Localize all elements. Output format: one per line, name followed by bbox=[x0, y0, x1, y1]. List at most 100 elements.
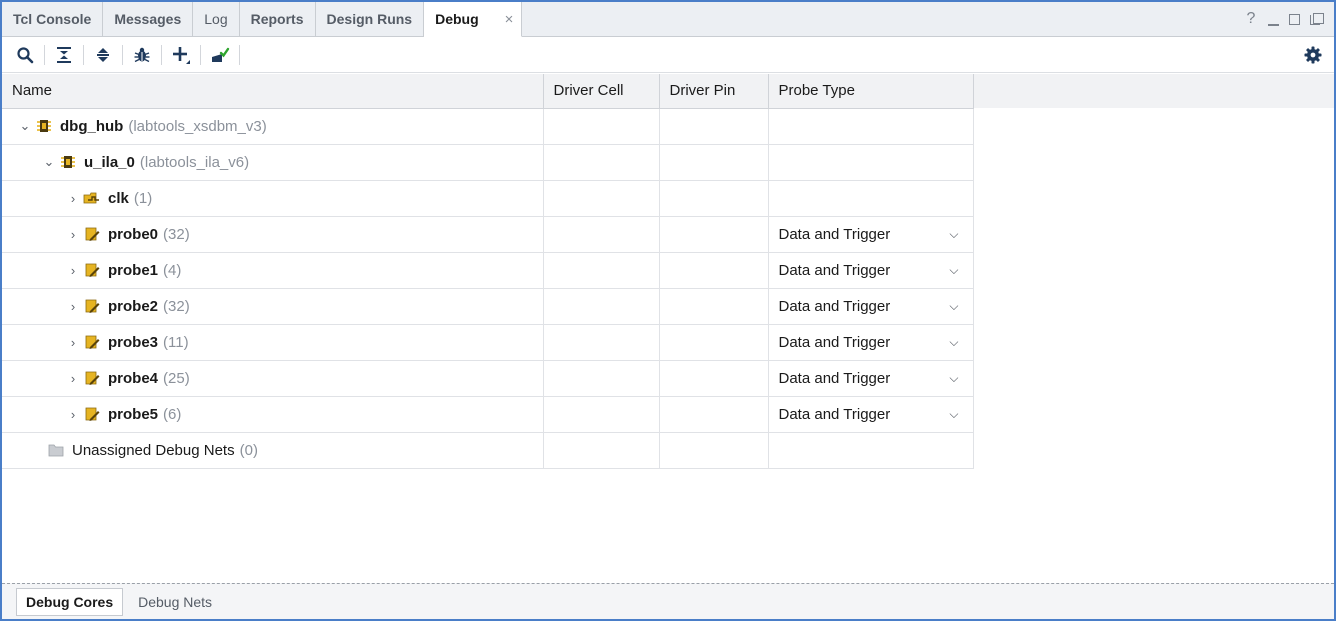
chevron-down-icon[interactable]: ⌵ bbox=[949, 263, 958, 278]
driver-cell-value bbox=[543, 252, 660, 289]
driver-pin-value bbox=[659, 216, 769, 253]
tab-debug[interactable]: Debug × bbox=[424, 2, 523, 37]
help-icon[interactable]: ? bbox=[1244, 10, 1258, 28]
column-header-probe-type[interactable]: Probe Type bbox=[768, 74, 974, 109]
tab-reports[interactable]: Reports bbox=[240, 2, 316, 36]
probe-width: (4) bbox=[163, 261, 182, 279]
chevron-down-icon[interactable]: ⌄ bbox=[40, 154, 58, 170]
chevron-right-icon[interactable]: › bbox=[64, 371, 82, 386]
probe-type-select[interactable]: Data and Trigger ⌵ bbox=[768, 288, 974, 325]
probe-type-select[interactable]: Data and Trigger ⌵ bbox=[768, 360, 974, 397]
probe-name: probe2 bbox=[108, 297, 159, 315]
driver-pin-value bbox=[659, 252, 769, 289]
toolbar-separator bbox=[122, 44, 123, 65]
table-row[interactable]: › probe5 (6) Data and Trigger ⌵ bbox=[2, 396, 974, 433]
probe-type-select[interactable]: Data and Trigger ⌵ bbox=[768, 216, 974, 253]
probe-type-select[interactable]: Data and Trigger ⌵ bbox=[768, 252, 974, 289]
tab-debug-nets[interactable]: Debug Nets bbox=[129, 589, 221, 615]
chevron-right-icon[interactable]: › bbox=[64, 335, 82, 350]
chevron-down-icon[interactable]: ⌄ bbox=[16, 118, 34, 134]
table-row[interactable]: › probe4 (25) Data and Trigger ⌵ bbox=[2, 360, 974, 397]
probe-type-value: Data and Trigger bbox=[778, 261, 891, 279]
unassigned-nets-count: (0) bbox=[239, 441, 258, 459]
debug-bug-icon[interactable] bbox=[129, 42, 155, 68]
table-header-row: Name Driver Cell Driver Pin Probe Type bbox=[2, 74, 974, 109]
tab-debug-cores[interactable]: Debug Cores bbox=[16, 587, 124, 616]
expand-all-icon[interactable] bbox=[90, 42, 116, 68]
probe-width: (6) bbox=[163, 405, 182, 423]
probe-icon bbox=[82, 406, 102, 422]
table-row[interactable]: ⌄ u_ila_0 (labtools_ila_v6) bbox=[2, 144, 974, 181]
core-name: dbg_hub bbox=[60, 117, 124, 135]
probe-type-select[interactable]: Data and Trigger ⌵ bbox=[768, 396, 974, 433]
chevron-right-icon[interactable]: › bbox=[64, 227, 82, 242]
probe-type-value bbox=[768, 180, 974, 217]
driver-cell-value bbox=[543, 144, 660, 181]
tab-tcl-console[interactable]: Tcl Console bbox=[2, 2, 104, 36]
driver-cell-value bbox=[543, 432, 660, 469]
chevron-down-icon[interactable]: ⌵ bbox=[949, 371, 958, 386]
driver-cell-value bbox=[543, 216, 660, 253]
probe-width: (32) bbox=[163, 297, 190, 315]
driver-pin-value bbox=[659, 432, 769, 469]
core-detail: (labtools_xsdbm_v3) bbox=[128, 117, 267, 135]
table-row[interactable]: ⌄ dbg_hub (labtools_xsdbm_v3) bbox=[2, 108, 974, 145]
tab-label: Tcl Console bbox=[13, 11, 92, 27]
column-header-driver-cell[interactable]: Driver Cell bbox=[543, 74, 660, 109]
tab-design-runs[interactable]: Design Runs bbox=[316, 2, 425, 36]
chevron-down-icon[interactable]: ⌵ bbox=[949, 227, 958, 242]
settings-gear-icon[interactable] bbox=[1300, 42, 1326, 68]
table-row[interactable]: › probe0 (32) Data and Trigger ⌵ bbox=[2, 216, 974, 253]
driver-pin-value bbox=[659, 288, 769, 325]
close-icon[interactable]: × bbox=[505, 11, 514, 28]
debug-window: Tcl Console Messages Log Reports Design … bbox=[0, 0, 1336, 621]
probe-name: probe3 bbox=[108, 333, 159, 351]
collapse-all-icon[interactable] bbox=[51, 42, 77, 68]
probe-type-value: Data and Trigger bbox=[778, 333, 891, 351]
add-icon[interactable] bbox=[168, 42, 194, 68]
float-icon[interactable] bbox=[1310, 13, 1324, 25]
table-row[interactable]: › probe1 (4) Data and Trigger ⌵ bbox=[2, 252, 974, 289]
panel-tab-bar: Tcl Console Messages Log Reports Design … bbox=[2, 2, 1334, 37]
minimize-icon[interactable] bbox=[1268, 18, 1279, 26]
toolbar-separator bbox=[161, 44, 162, 65]
chevron-right-icon[interactable]: › bbox=[64, 263, 82, 278]
chevron-down-icon[interactable]: ⌵ bbox=[949, 407, 958, 422]
chevron-right-icon[interactable]: › bbox=[64, 407, 82, 422]
probe-type-select[interactable]: Data and Trigger ⌵ bbox=[768, 324, 974, 361]
net-name: clk bbox=[108, 189, 129, 207]
driver-cell-value bbox=[543, 360, 660, 397]
table-row[interactable]: › probe3 (11) Data and Trigger ⌵ bbox=[2, 324, 974, 361]
probe-name: probe5 bbox=[108, 405, 159, 423]
debug-table: Name Driver Cell Driver Pin Probe Type ⌄… bbox=[2, 74, 974, 469]
table-row[interactable]: › clk (1) bbox=[2, 180, 974, 217]
toolbar-separator bbox=[239, 44, 240, 65]
window-controls: ? bbox=[1244, 2, 1334, 36]
toolbar-separator bbox=[83, 44, 84, 65]
search-icon[interactable] bbox=[12, 42, 38, 68]
chevron-down-icon[interactable]: ⌵ bbox=[949, 299, 958, 314]
debug-cores-tree-table: Name Driver Cell Driver Pin Probe Type ⌄… bbox=[2, 74, 1334, 583]
driver-pin-value bbox=[659, 396, 769, 433]
driver-pin-value bbox=[659, 324, 769, 361]
toolbar-separator bbox=[200, 44, 201, 65]
tab-log[interactable]: Log bbox=[193, 2, 240, 36]
tab-label: Debug bbox=[435, 11, 479, 27]
probe-name: probe4 bbox=[108, 369, 159, 387]
driver-cell-value bbox=[543, 288, 660, 325]
tab-messages[interactable]: Messages bbox=[103, 2, 194, 36]
chevron-down-icon[interactable]: ⌵ bbox=[949, 335, 958, 350]
tab-label: Reports bbox=[250, 11, 304, 27]
probe-icon bbox=[82, 262, 102, 278]
unassigned-nets-label: Unassigned Debug Nets bbox=[72, 441, 235, 459]
probe-name: probe0 bbox=[108, 225, 159, 243]
chevron-right-icon[interactable]: › bbox=[64, 299, 82, 314]
column-header-name[interactable]: Name bbox=[2, 74, 544, 109]
assign-icon[interactable] bbox=[207, 42, 233, 68]
probe-icon bbox=[82, 334, 102, 350]
table-row[interactable]: › probe2 (32) Data and Trigger ⌵ bbox=[2, 288, 974, 325]
column-header-driver-pin[interactable]: Driver Pin bbox=[659, 74, 769, 109]
chevron-right-icon[interactable]: › bbox=[64, 191, 82, 206]
table-row[interactable]: Unassigned Debug Nets (0) bbox=[2, 432, 974, 469]
maximize-icon[interactable] bbox=[1289, 13, 1300, 25]
